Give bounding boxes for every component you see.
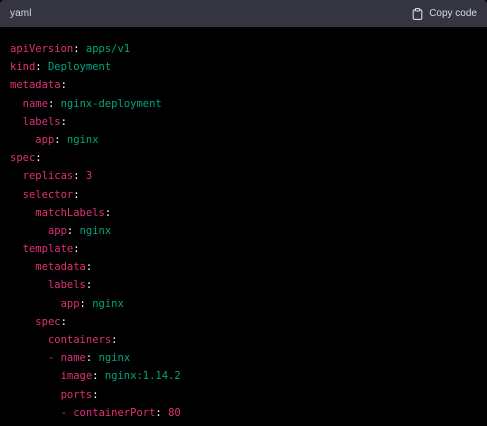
yaml-key: template xyxy=(22,243,74,256)
yaml-colon: : xyxy=(73,188,80,201)
code-line: matchLabels: xyxy=(10,204,487,222)
code-line: template: xyxy=(10,240,487,258)
yaml-key: app xyxy=(35,133,55,146)
copy-code-button[interactable]: Copy code xyxy=(412,7,477,20)
code-line: labels: xyxy=(10,276,487,294)
yaml-key: metadata xyxy=(35,261,86,274)
list-dash: - xyxy=(60,406,74,419)
language-label: yaml xyxy=(10,8,32,19)
code-line: app: nginx xyxy=(10,131,487,149)
yaml-key: labels xyxy=(22,115,61,128)
yaml-colon: : xyxy=(85,279,93,292)
yaml-value: nginx xyxy=(98,352,131,365)
code-block: yaml Copy code apiVersion: apps/v1 kind: … xyxy=(0,0,487,426)
code-line: metadata: xyxy=(10,76,487,94)
yaml-key: spec xyxy=(10,152,36,165)
code-line: kind: Deployment xyxy=(10,58,487,76)
yaml-key: spec xyxy=(35,315,61,328)
yaml-key: app xyxy=(47,224,67,237)
yaml-colon: : xyxy=(85,261,93,274)
yaml-key: replicas xyxy=(22,170,74,183)
yaml-value: apps/v1 xyxy=(85,43,131,55)
code-line: name: nginx-deployment xyxy=(10,95,487,113)
code-line: - name: nginx xyxy=(10,349,487,367)
code-line: ports: xyxy=(10,386,487,404)
yaml-key: kind xyxy=(10,61,36,74)
code-line: containers: xyxy=(10,331,487,349)
code-content[interactable]: apiVersion: apps/v1 kind: Deployment metad… xyxy=(0,27,487,422)
yaml-key: ports xyxy=(60,388,93,401)
yaml-colon: : xyxy=(60,115,67,128)
list-dash: - xyxy=(47,352,61,365)
code-line: app: nginx xyxy=(10,222,487,240)
yaml-colon: : xyxy=(35,152,42,165)
code-line: image: nginx:1.14.2 xyxy=(10,367,487,385)
yaml-key: containers xyxy=(47,334,112,346)
yaml-value: 3 xyxy=(85,170,93,183)
copy-code-label: Copy code xyxy=(429,8,477,19)
yaml-key: selector xyxy=(22,188,74,201)
yaml-key: labels xyxy=(47,279,86,292)
yaml-value: nginx xyxy=(92,297,124,310)
yaml-key: name xyxy=(22,97,48,110)
yaml-value: nginx:1.14.2 xyxy=(104,370,181,383)
yaml-value: 80 xyxy=(168,406,181,419)
code-line: apiVersion: apps/v1 xyxy=(10,40,487,58)
yaml-value: Deployment xyxy=(47,61,112,74)
clipboard-icon xyxy=(412,7,423,20)
code-line: spec: xyxy=(10,149,487,167)
code-line: selector: xyxy=(10,186,487,204)
yaml-colon: : xyxy=(73,243,80,256)
yaml-key: image xyxy=(60,370,93,383)
yaml-colon: : xyxy=(60,79,67,92)
yaml-colon: : xyxy=(92,388,99,401)
code-line: replicas: 3 xyxy=(10,167,487,185)
yaml-colon: : xyxy=(60,315,67,328)
yaml-key: name xyxy=(60,352,86,365)
yaml-key: apiVersion xyxy=(10,43,74,55)
code-line: - containerPort: 80 xyxy=(10,404,487,422)
yaml-colon: : xyxy=(111,334,118,346)
yaml-key: matchLabels xyxy=(35,206,105,219)
yaml-key: metadata xyxy=(10,79,61,92)
code-line: app: nginx xyxy=(10,295,487,313)
yaml-key: containerPort xyxy=(73,406,156,419)
code-line: spec: xyxy=(10,313,487,331)
code-block-header: yaml Copy code xyxy=(0,0,487,27)
yaml-key: app xyxy=(60,297,80,310)
yaml-colon: : xyxy=(104,206,112,219)
yaml-value: nginx xyxy=(79,224,112,237)
yaml-value: nginx xyxy=(66,133,99,146)
code-line: metadata: xyxy=(10,258,487,276)
yaml-value: nginx-deployment xyxy=(60,97,162,110)
code-line: labels: xyxy=(10,113,487,131)
